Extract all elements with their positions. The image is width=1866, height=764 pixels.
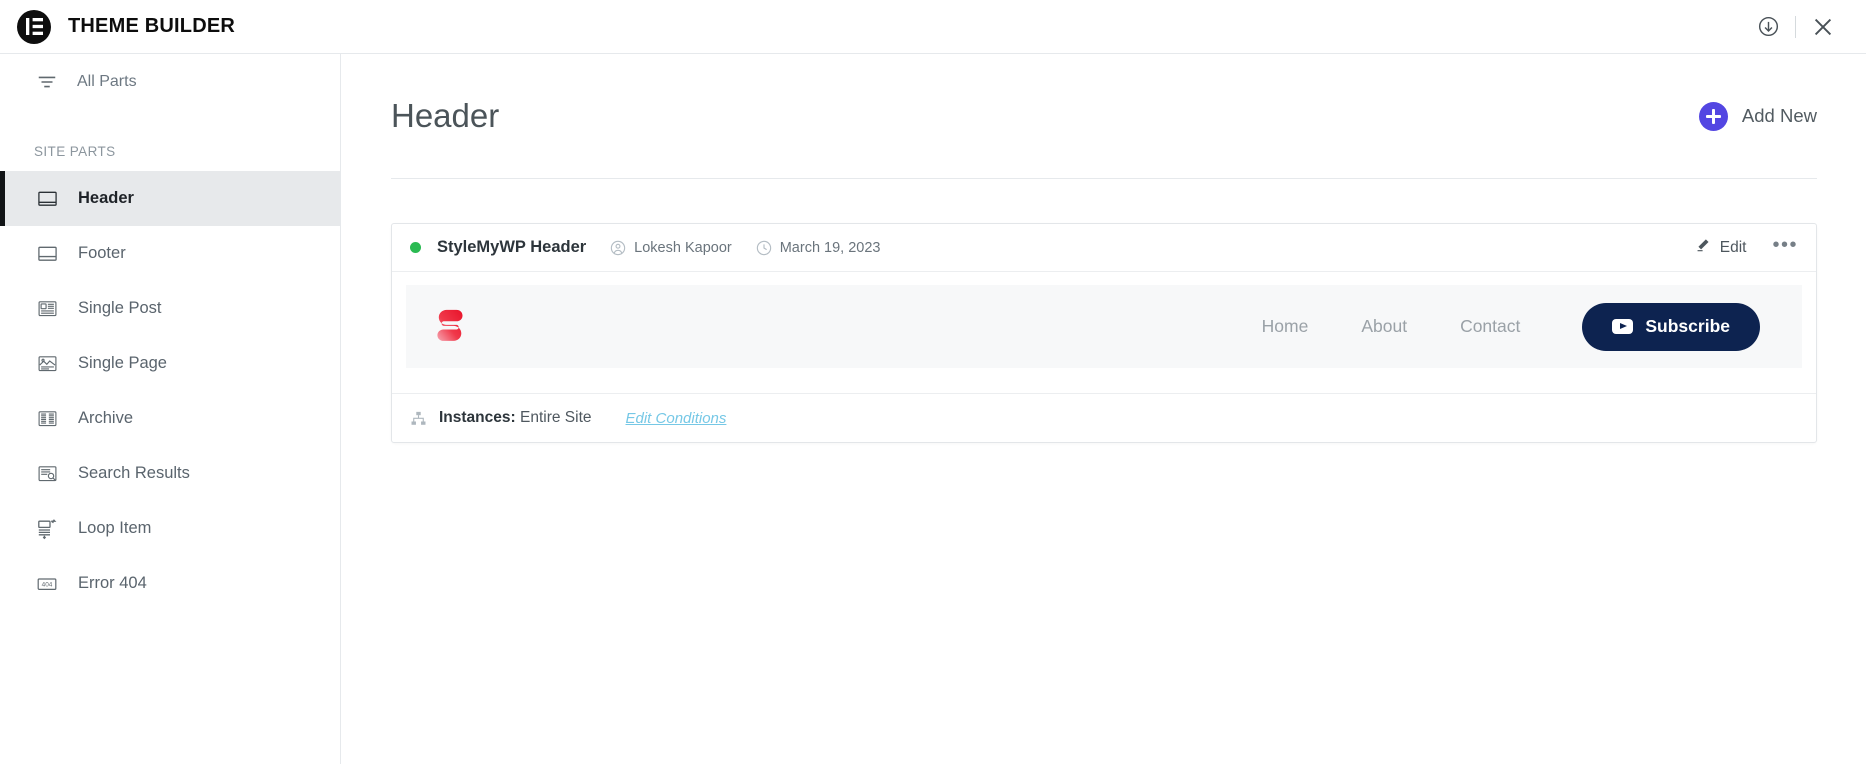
instances-value: Entire Site — [519, 409, 592, 426]
part-name: StyleMyWP Header — [437, 238, 587, 256]
elementor-logo-icon — [17, 9, 51, 44]
sidebar-item-label: Header — [78, 189, 134, 207]
author-meta: Lokesh Kapoor — [610, 240, 732, 256]
sidebar-item-label: Error 404 — [78, 574, 147, 592]
sidebar-item-label: Loop Item — [78, 519, 152, 537]
sidebar-section-label: SITE PARTS — [34, 144, 116, 159]
single-page-icon — [34, 351, 60, 377]
pencil-icon — [1695, 237, 1711, 258]
svg-text:404: 404 — [42, 581, 53, 588]
sidebar-item-search-results[interactable]: Search Results — [0, 446, 340, 501]
page-title-theme-builder: THEME BUILDER — [68, 15, 236, 37]
loop-item-icon — [34, 516, 60, 542]
sidebar-item-label: Archive — [78, 409, 134, 427]
error-404-icon: 404 — [34, 571, 60, 597]
archive-grid-icon — [34, 406, 60, 432]
card-header: StyleMyWP Header Lokesh Kapoor March 19,… — [392, 224, 1816, 272]
instances-label: Instances: — [439, 409, 516, 426]
subscribe-label: Subscribe — [1645, 316, 1730, 336]
sitemap-icon — [410, 410, 427, 427]
sidebar-item-single-post[interactable]: Single Post — [0, 281, 340, 336]
card-actions: Edit ••• — [1695, 235, 1802, 260]
brand: THEME BUILDER — [0, 9, 236, 44]
preview-nav-link-contact[interactable]: Contact — [1460, 316, 1520, 337]
preview-nav: Home About Contact — [1262, 316, 1521, 337]
sidebar-item-all-parts[interactable]: All Parts — [0, 54, 340, 110]
date-value: March 19, 2023 — [779, 239, 881, 256]
status-badge — [410, 242, 421, 253]
top-bar: THEME BUILDER — [0, 0, 1866, 54]
edit-button[interactable]: Edit — [1695, 237, 1747, 258]
sidebar-item-label: Search Results — [78, 464, 190, 482]
youtube-play-icon — [1612, 319, 1634, 334]
stylemywp-s-logo — [429, 303, 477, 351]
card-footer: Instances: Entire Site Edit Conditions — [392, 393, 1816, 442]
sidebar-item-archive[interactable]: Archive — [0, 391, 340, 446]
page-title: Header — [391, 97, 500, 134]
add-new-button[interactable]: Add New — [1698, 101, 1817, 131]
header-divider — [391, 178, 1817, 179]
sidebar-item-footer[interactable]: Footer — [0, 226, 340, 281]
add-new-label: Add New — [1741, 105, 1817, 126]
sidebar-item-loop-item[interactable]: Loop Item — [0, 501, 340, 556]
footer-block-icon — [34, 241, 60, 267]
sidebar-item-label: Single Page — [78, 354, 167, 372]
plus-circle-icon — [1698, 101, 1728, 131]
main-content: Header Add New StyleMyWP Header Lokesh K… — [342, 54, 1866, 764]
sidebar-item-label: Footer — [78, 244, 126, 262]
preview-header-band: Home About Contact Subscribe — [406, 285, 1802, 368]
page-header: Header Add New — [391, 54, 1817, 178]
sidebar-item-error-404[interactable]: 404 Error 404 — [0, 556, 340, 611]
clock-icon — [756, 240, 772, 256]
sidebar-item-single-page[interactable]: Single Page — [0, 336, 340, 391]
sidebar: All Parts SITE PARTS Header Footer Singl… — [0, 54, 341, 764]
edit-conditions-link[interactable]: Edit Conditions — [626, 410, 727, 427]
instances-text: Instances: Entire Site — [439, 409, 592, 427]
search-results-icon — [34, 461, 60, 487]
date-meta: March 19, 2023 — [756, 239, 881, 256]
part-preview: Home About Contact Subscribe — [392, 272, 1816, 393]
user-circle-icon — [610, 240, 626, 256]
edit-label: Edit — [1719, 238, 1747, 256]
sidebar-item-label: All Parts — [77, 73, 137, 90]
preview-nav-link-home[interactable]: Home — [1262, 316, 1309, 337]
author-name: Lokesh Kapoor — [634, 239, 732, 256]
close-icon[interactable] — [1796, 0, 1850, 54]
preview-nav-link-about[interactable]: About — [1361, 316, 1407, 337]
theme-part-card: StyleMyWP Header Lokesh Kapoor March 19,… — [391, 223, 1817, 443]
sidebar-item-label: Single Post — [78, 299, 162, 317]
subscribe-button[interactable]: Subscribe — [1582, 302, 1760, 351]
header-block-icon — [34, 186, 60, 212]
top-bar-actions — [1741, 0, 1866, 54]
ellipsis-icon[interactable]: ••• — [1768, 235, 1802, 260]
sidebar-item-header[interactable]: Header — [0, 171, 340, 226]
filter-lines-icon — [34, 69, 60, 95]
download-circle-icon[interactable] — [1741, 0, 1795, 54]
single-post-icon — [34, 296, 60, 322]
